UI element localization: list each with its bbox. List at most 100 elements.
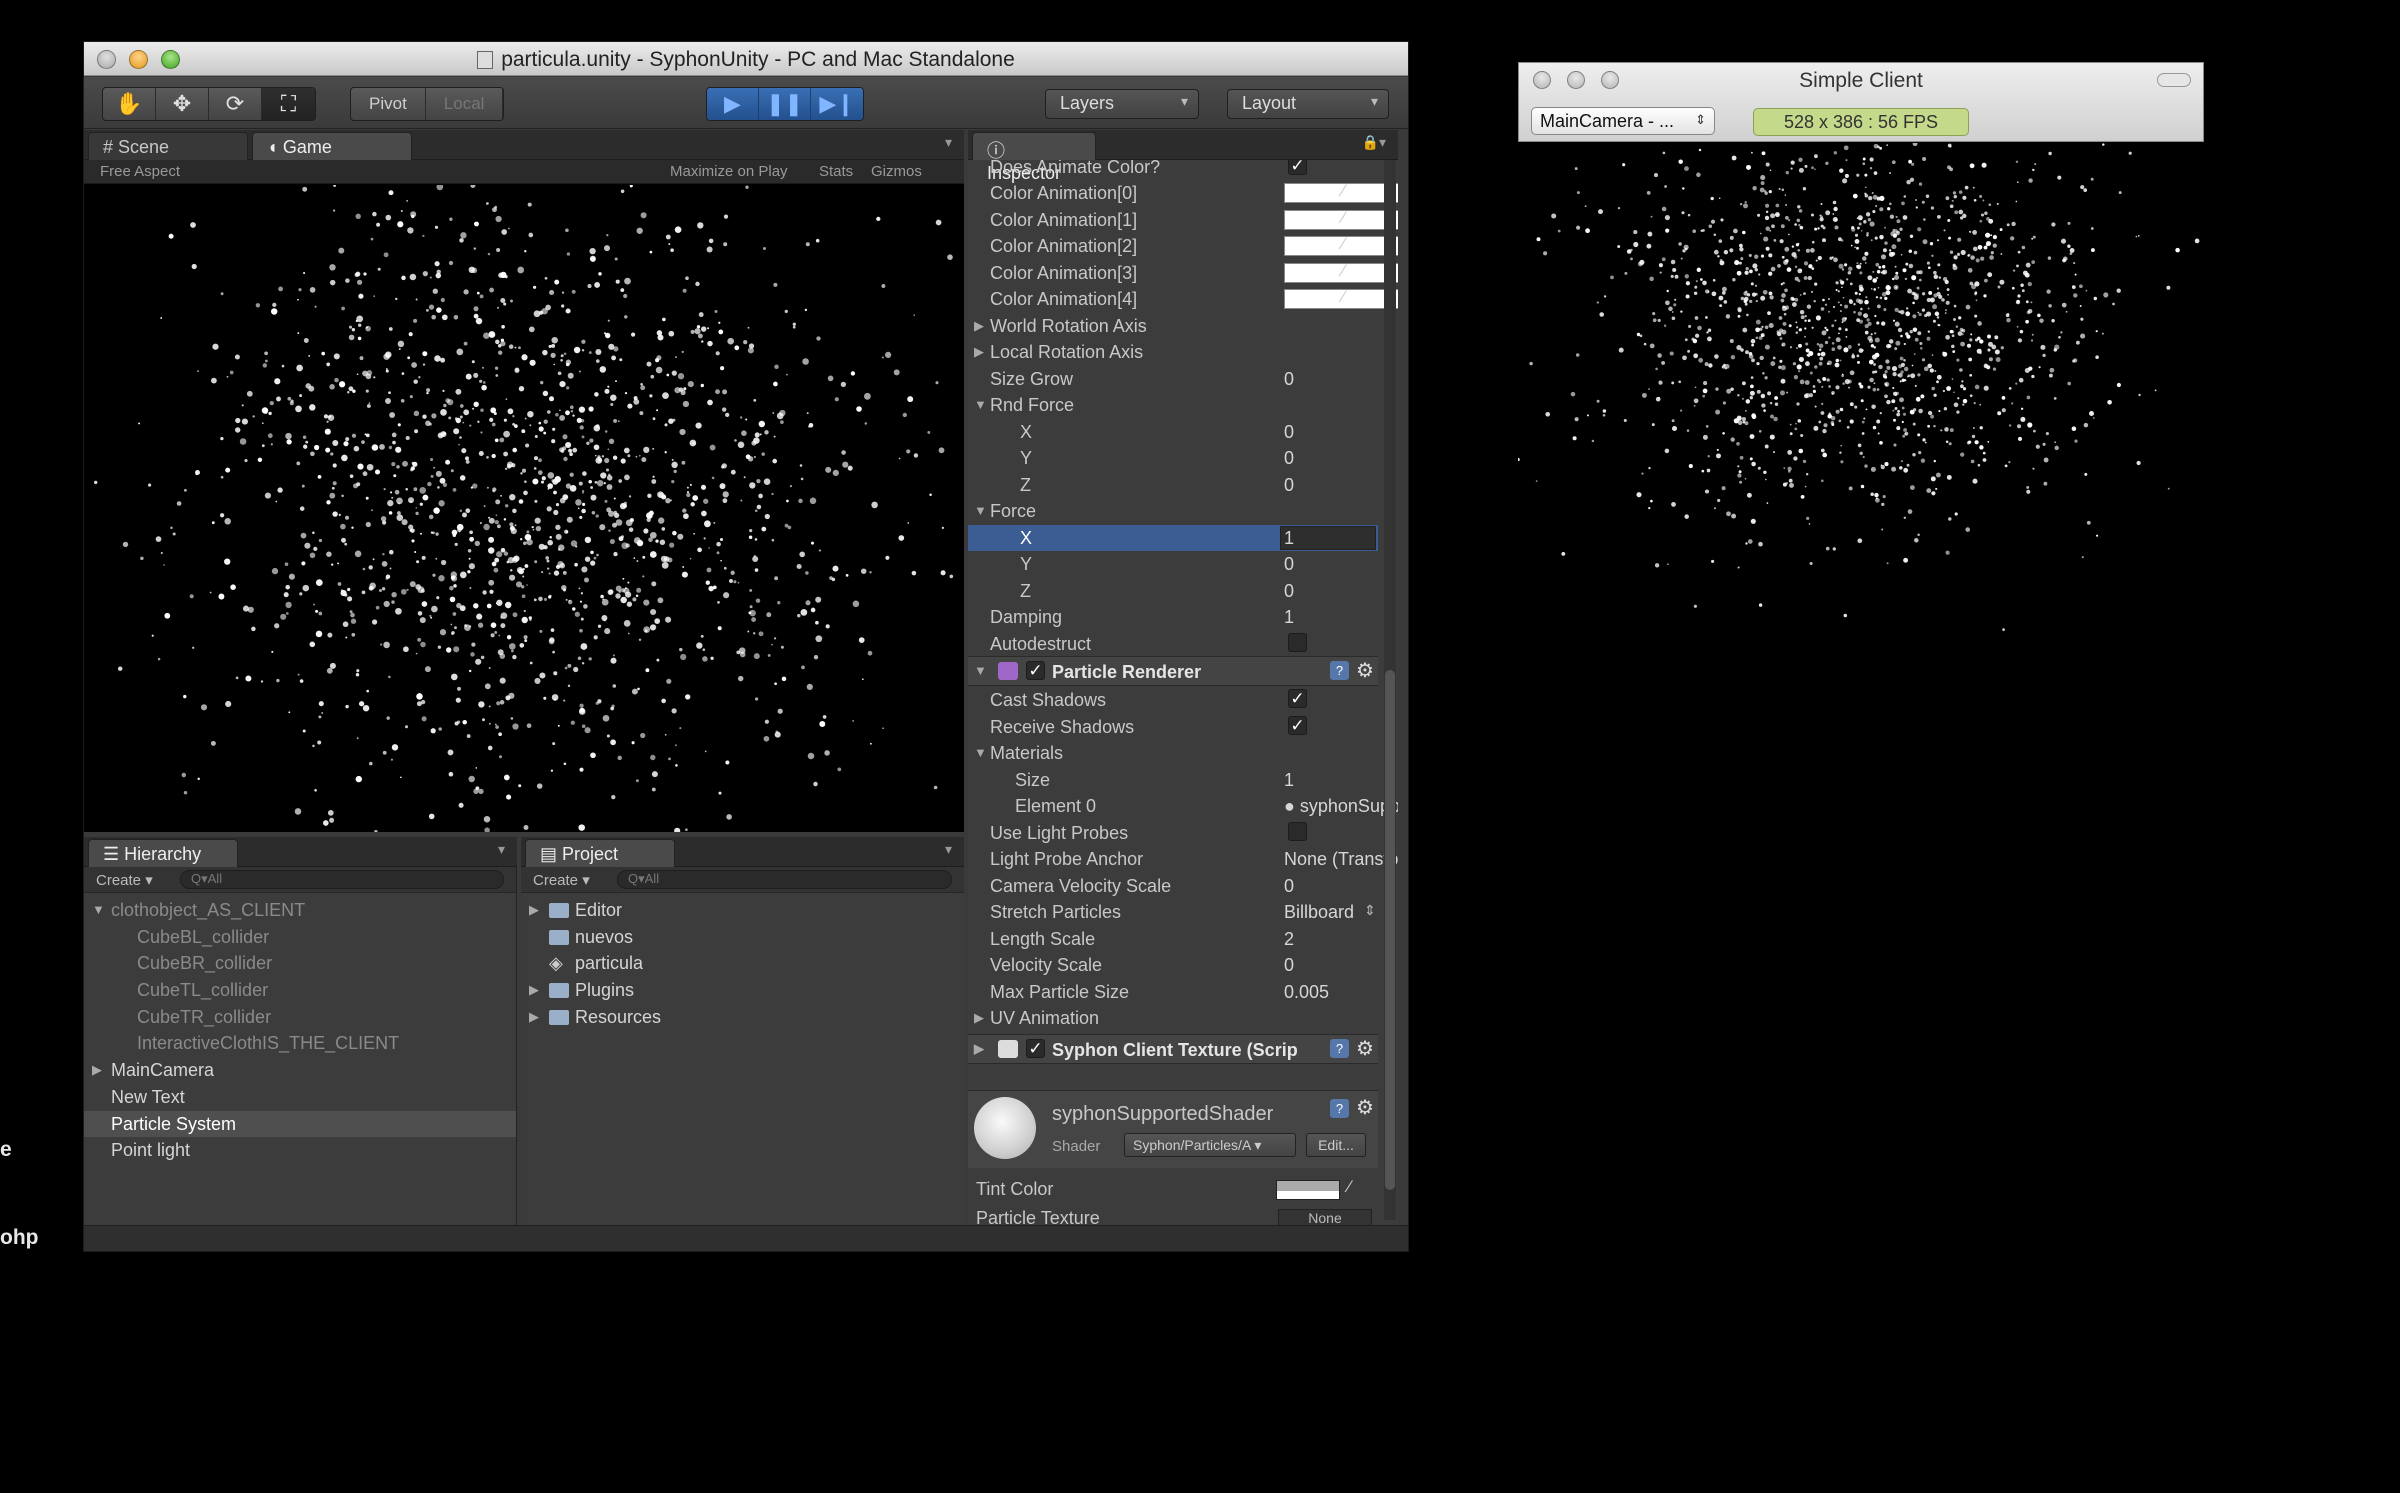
- force-x-row[interactable]: X1: [968, 524, 1378, 551]
- force-y-field[interactable]: 0: [1284, 554, 1294, 575]
- collapse-triangle-icon[interactable]: ▶: [974, 344, 984, 360]
- list-item[interactable]: ▼ clothobject_AS_CLIENT: [84, 897, 516, 924]
- inspector-scrollbar[interactable]: [1384, 160, 1396, 1220]
- expand-triangle-icon[interactable]: ▼: [974, 663, 987, 678]
- eyedropper-icon[interactable]: ⁄: [1342, 234, 1345, 254]
- panel-menu-icon[interactable]: ▾: [945, 841, 952, 858]
- max-particle-size-field[interactable]: 0.005: [1284, 982, 1329, 1003]
- stats-toggle[interactable]: Stats: [819, 163, 853, 180]
- move-tool-button[interactable]: ✥: [156, 88, 209, 120]
- expand-triangle-icon[interactable]: ▼: [974, 397, 987, 412]
- pivot-button[interactable]: Pivot: [351, 88, 426, 120]
- rnd-force-x-field[interactable]: 0: [1284, 422, 1294, 443]
- velocity-scale-field[interactable]: 0: [1284, 955, 1294, 976]
- force-row[interactable]: ▼ Force: [968, 498, 1378, 524]
- cast-shadows-checkbox[interactable]: ✓: [1288, 689, 1307, 708]
- collapse-triangle-icon[interactable]: ▶: [974, 318, 984, 334]
- list-item[interactable]: InteractiveClothIS_THE_CLIENT: [84, 1030, 516, 1057]
- gear-icon[interactable]: ⚙: [1356, 1095, 1374, 1120]
- light-probe-anchor-row[interactable]: Light Probe AnchorNone (Transform) ⊙: [968, 846, 1398, 872]
- rotate-tool-button[interactable]: ⟳: [209, 88, 262, 120]
- layout-dropdown[interactable]: Layout ▾: [1227, 89, 1389, 119]
- collapse-triangle-icon[interactable]: ▶: [974, 1010, 984, 1026]
- scale-tool-button[interactable]: ⛶: [262, 88, 315, 120]
- expand-triangle-icon[interactable]: ▼: [92, 902, 105, 917]
- aspect-dropdown[interactable]: Free Aspect: [100, 163, 180, 180]
- particle-renderer-enabled-checkbox[interactable]: ✓: [1026, 661, 1045, 680]
- local-rotation-axis-row[interactable]: ▶ Local Rotation Axis: [968, 339, 1378, 365]
- layers-dropdown[interactable]: Layers ▾: [1045, 89, 1199, 119]
- project-search-input[interactable]: Q▾All: [617, 870, 952, 889]
- light-probe-anchor-field[interactable]: None (Transform) ⊙: [1284, 849, 1398, 870]
- step-button[interactable]: ▶❙: [811, 88, 863, 120]
- help-icon[interactable]: ?: [1330, 1039, 1349, 1058]
- collapse-triangle-icon[interactable]: ▶: [529, 1009, 539, 1025]
- shader-dropdown[interactable]: Syphon/Particles/A ▾: [1124, 1133, 1296, 1157]
- list-item[interactable]: ▶ Plugins: [521, 977, 964, 1004]
- syphon-client-texture-header[interactable]: ▶ ✓ Syphon Client Texture (Scrip ? ⚙: [968, 1034, 1378, 1064]
- collapse-triangle-icon[interactable]: ▶: [529, 982, 539, 998]
- velocity-scale-row[interactable]: Velocity Scale 0: [968, 952, 1378, 978]
- list-item[interactable]: ▶ MainCamera: [84, 1057, 516, 1084]
- hierarchy-create-button[interactable]: Create ▾: [96, 871, 153, 889]
- rnd-force-y-row[interactable]: Y0: [968, 445, 1378, 471]
- particle-texture-slot[interactable]: None: [1278, 1209, 1372, 1225]
- tint-color-row[interactable]: Tint Color ⁄: [968, 1176, 1378, 1202]
- play-button[interactable]: ▶: [707, 88, 759, 120]
- uv-animation-row[interactable]: ▶ UV Animation: [968, 1005, 1378, 1031]
- expand-triangle-icon[interactable]: ▼: [974, 503, 987, 518]
- particle-renderer-header[interactable]: ▼ ✓ Particle Renderer ? ⚙: [968, 656, 1378, 686]
- toolbar-toggle-button[interactable]: [2157, 73, 2191, 87]
- lock-icon[interactable]: 🔒▾: [1362, 134, 1386, 151]
- list-item[interactable]: CubeBL_collider: [84, 924, 516, 951]
- force-z-row[interactable]: Z0: [968, 578, 1378, 604]
- world-rotation-axis-row[interactable]: ▶ World Rotation Axis: [968, 313, 1378, 339]
- length-scale-field[interactable]: 2: [1284, 929, 1294, 950]
- gear-icon[interactable]: ⚙: [1356, 1036, 1374, 1061]
- hand-tool-button[interactable]: ✋: [103, 88, 156, 120]
- stretch-particles-dropdown[interactable]: Billboard: [1284, 902, 1354, 923]
- does-animate-color-checkbox[interactable]: ✓: [1288, 160, 1307, 175]
- rnd-force-z-field[interactable]: 0: [1284, 475, 1294, 496]
- list-item[interactable]: CubeBR_collider: [84, 950, 516, 977]
- help-icon[interactable]: ?: [1330, 661, 1349, 680]
- syphon-client-enabled-checkbox[interactable]: ✓: [1026, 1039, 1045, 1058]
- materials-size-field[interactable]: 1: [1284, 770, 1294, 791]
- force-z-field[interactable]: 0: [1284, 581, 1294, 602]
- color-animation-0-swatch[interactable]: [1284, 183, 1398, 203]
- max-particle-size-row[interactable]: Max Particle Size 0.005: [968, 979, 1378, 1005]
- list-item[interactable]: nuevos: [521, 924, 964, 951]
- camera-velocity-scale-field[interactable]: 0: [1284, 876, 1294, 897]
- list-item[interactable]: Point light: [84, 1137, 516, 1164]
- collapse-triangle-icon[interactable]: ▶: [92, 1062, 102, 1078]
- materials-size-row[interactable]: Size 1: [968, 767, 1378, 793]
- list-item[interactable]: ▶ Resources: [521, 1004, 964, 1031]
- project-create-button[interactable]: Create ▾: [533, 871, 590, 889]
- list-item[interactable]: ▶ Editor: [521, 897, 964, 924]
- gizmos-toggle[interactable]: Gizmos: [871, 163, 922, 180]
- receive-shadows-checkbox[interactable]: ✓: [1288, 715, 1307, 735]
- camera-velocity-scale-row[interactable]: Camera Velocity Scale 0: [968, 873, 1378, 899]
- color-animation-4-swatch[interactable]: [1284, 289, 1398, 309]
- list-item[interactable]: New Text: [84, 1084, 516, 1111]
- size-grow-field[interactable]: 0: [1284, 369, 1294, 390]
- list-item[interactable]: CubeTR_collider: [84, 1004, 516, 1031]
- particle-texture-row[interactable]: Particle Texture None: [968, 1205, 1378, 1225]
- list-item-selected[interactable]: Particle System: [84, 1110, 516, 1138]
- element-0-field[interactable]: ● syphonSuppor ⊙: [1284, 796, 1398, 817]
- eyedropper-icon[interactable]: ⁄: [1342, 261, 1345, 281]
- element-0-row[interactable]: Element 0● syphonSuppor ⊙: [968, 793, 1398, 819]
- eyedropper-icon[interactable]: ⁄: [1348, 1177, 1351, 1197]
- camera-select[interactable]: MainCamera - ... ⇕: [1531, 107, 1715, 135]
- color-animation-1-swatch[interactable]: [1284, 209, 1398, 230]
- rnd-force-y-field[interactable]: 0: [1284, 448, 1294, 469]
- scrollbar-thumb[interactable]: [1385, 670, 1395, 1190]
- pause-button[interactable]: ❚❚: [759, 88, 811, 120]
- eyedropper-icon[interactable]: ⁄: [1342, 208, 1345, 228]
- color-animation-3-swatch[interactable]: [1284, 262, 1398, 283]
- edit-shader-button[interactable]: Edit...: [1306, 1133, 1366, 1157]
- eyedropper-icon[interactable]: ⁄: [1342, 181, 1345, 201]
- rnd-force-z-row[interactable]: Z0: [968, 472, 1378, 498]
- force-x-edit-box[interactable]: [1280, 525, 1376, 550]
- expand-triangle-icon[interactable]: ▼: [974, 745, 987, 760]
